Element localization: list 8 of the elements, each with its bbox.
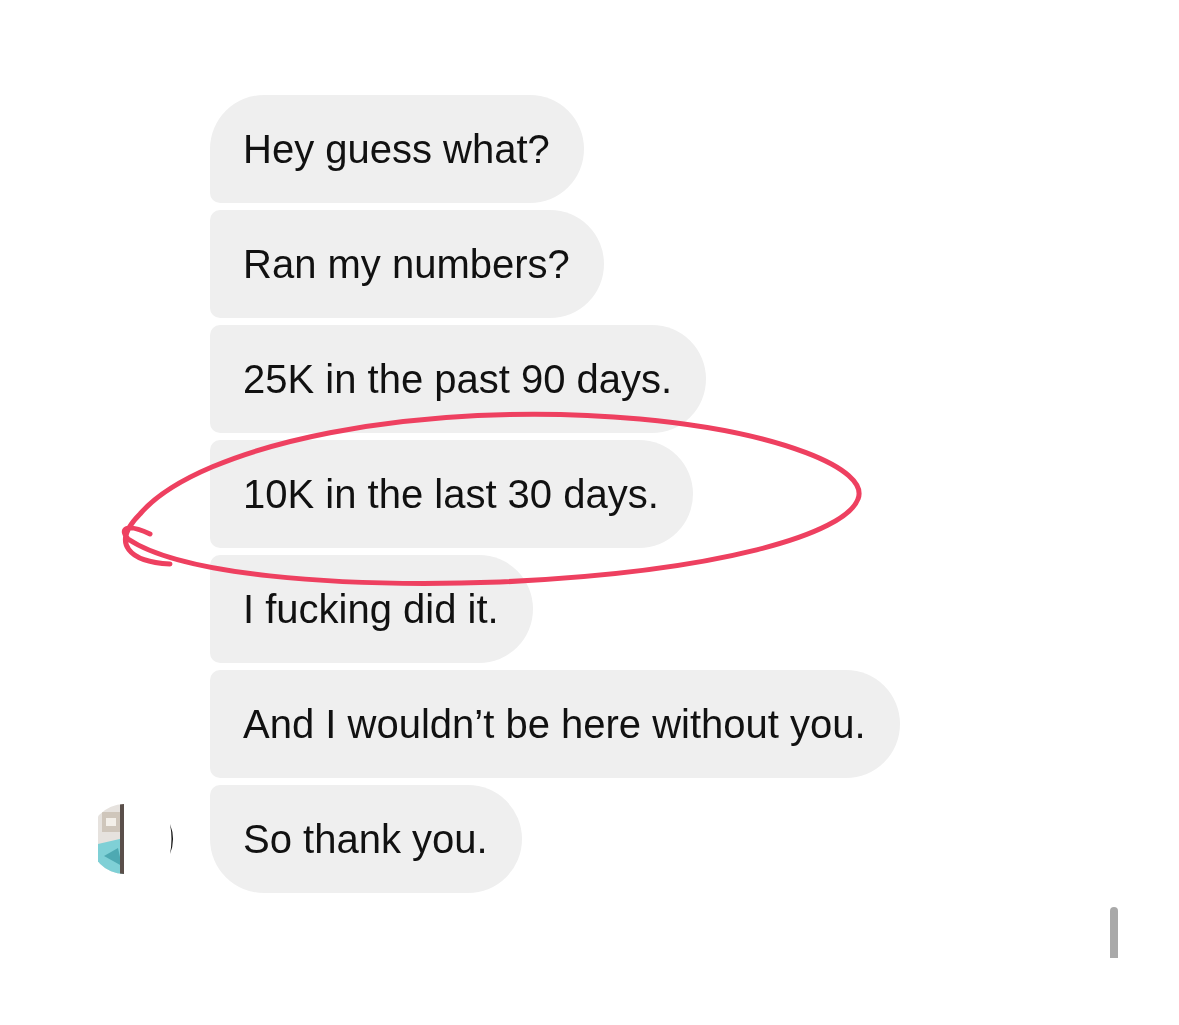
message-bubble: Ran my numbers? [210,210,604,318]
message-bubble: 10K in the last 30 days. [210,440,693,548]
scrollbar[interactable] [1110,907,1118,958]
message-bubble: And I wouldn’t be here without you. [210,670,900,778]
message-bubble: I fucking did it. [210,555,533,663]
message-bubble: Hey guess what? [210,95,584,203]
message-bubble: 25K in the past 90 days. [210,325,707,433]
message-bubble: So thank you. [210,785,522,893]
